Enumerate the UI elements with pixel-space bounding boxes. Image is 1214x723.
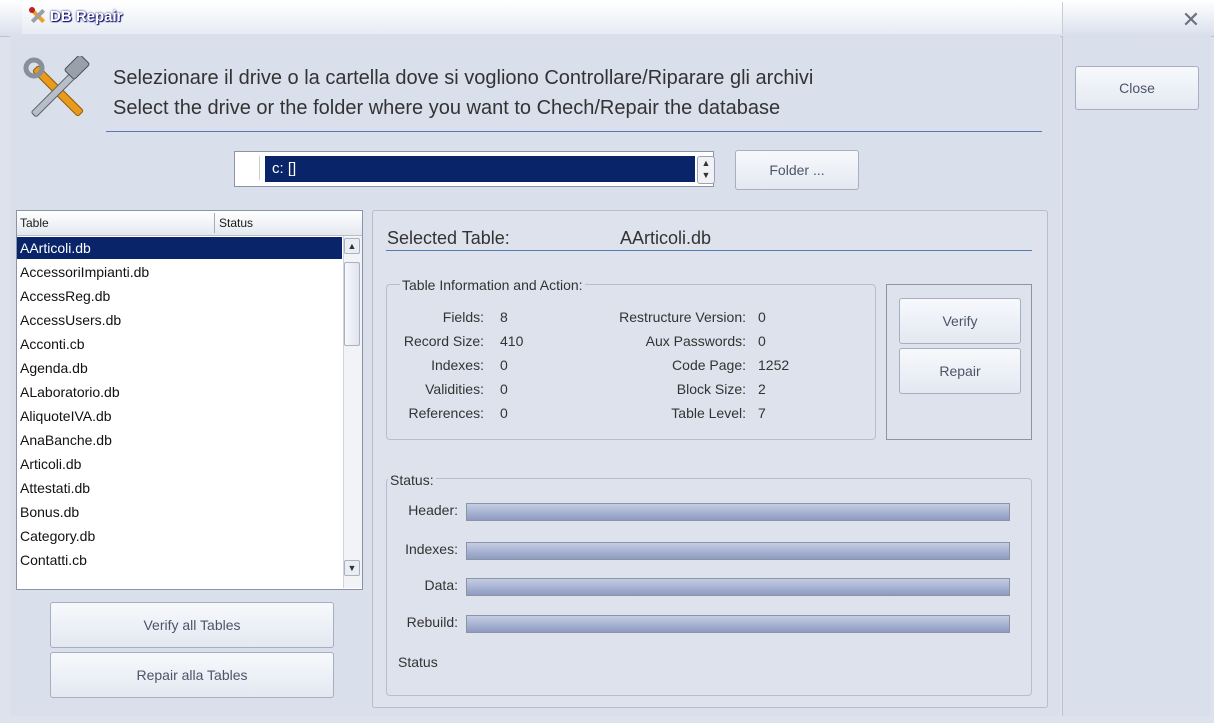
info-label: Fields: [442, 309, 484, 325]
scroll-down-icon[interactable]: ▼ [344, 560, 360, 576]
instruction-italian: Selezionare il drive o la cartella dove … [113, 67, 814, 89]
info-value: 1252 [758, 357, 790, 373]
selected-table-value: AArticoli.db [620, 228, 712, 248]
info-value: 8 [500, 309, 508, 325]
info-value: 0 [758, 309, 766, 325]
info-label: Restructure Version: [619, 309, 746, 325]
info-label: References: [408, 405, 484, 421]
window-title: DB Repair [50, 8, 123, 25]
info-value: 7 [758, 405, 766, 421]
column-header-table[interactable]: Table [20, 216, 49, 230]
info-label: Indexes: [431, 357, 484, 373]
info-label: Record Size: [403, 333, 484, 349]
progress-label-header: Header: [408, 502, 458, 518]
list-item[interactable]: Attestati.db [17, 477, 342, 499]
window-close-icon[interactable]: ✕ [1181, 9, 1201, 31]
list-item[interactable]: Acconti.cb [17, 333, 342, 355]
progress-label-data: Data: [424, 577, 458, 593]
verify-button[interactable]: Verify [899, 298, 1021, 344]
list-item[interactable]: Agenda.db [17, 357, 342, 379]
repair-all-button[interactable]: Repair alla Tables [50, 652, 334, 698]
selected-divider [386, 250, 1032, 251]
instruction-english: Select the drive or the folder where you… [113, 97, 781, 119]
column-separator[interactable] [214, 213, 215, 233]
info-label: Table Level: [671, 405, 746, 421]
info-label: Validities: [425, 381, 484, 397]
drive-select-value: c: [] [272, 160, 297, 177]
table-info-title: Table Information and Action: [400, 277, 585, 293]
info-label: Aux Passwords: [645, 333, 746, 349]
info-label: Code Page: [672, 357, 746, 373]
list-item[interactable]: AArticoli.db [17, 237, 342, 259]
info-value: 0 [758, 333, 766, 349]
list-item[interactable]: Articoli.db [17, 453, 342, 475]
right-panel [1062, 36, 1211, 716]
column-header-status[interactable]: Status [219, 216, 253, 230]
list-item[interactable]: Bonus.db [17, 501, 342, 523]
progress-bar-header [466, 503, 1010, 521]
table-list-header [17, 211, 362, 236]
title-tab [22, 2, 1063, 34]
scroll-up-icon[interactable]: ▲ [344, 238, 360, 254]
drive-icon [241, 156, 260, 180]
verify-all-button[interactable]: Verify all Tables [50, 602, 334, 648]
wrench-hammer-icon [23, 56, 90, 117]
list-item[interactable]: Category.db [17, 525, 342, 547]
status-text: Status [398, 654, 438, 670]
progress-bar-data [466, 578, 1010, 596]
list-item[interactable]: ALaboratorio.db [17, 381, 342, 403]
progress-bar-indexes [466, 542, 1010, 560]
info-value: 0 [500, 381, 508, 397]
progress-label-indexes: Indexes: [405, 541, 458, 557]
header-divider [106, 131, 1042, 132]
status-title: Status: [388, 472, 436, 488]
list-item[interactable]: Contatti.cb [17, 549, 342, 571]
progress-label-rebuild: Rebuild: [406, 614, 458, 630]
scroll-thumb[interactable] [344, 262, 360, 346]
repair-button[interactable]: Repair [899, 348, 1021, 394]
close-button[interactable]: Close [1075, 66, 1199, 110]
info-label: Block Size: [676, 381, 746, 397]
list-item[interactable]: AccessUsers.db [17, 309, 342, 331]
selected-table-label: Selected Table: [387, 228, 510, 248]
updown-arrow-icon[interactable]: ▲ ▼ [697, 156, 715, 184]
list-item[interactable]: AliquoteIVA.db [17, 405, 342, 427]
folder-button[interactable]: Folder ... [735, 150, 859, 190]
info-value: 0 [500, 405, 508, 421]
app-tools-icon [29, 7, 46, 24]
info-value: 2 [758, 381, 766, 397]
drive-select-highlight [265, 156, 695, 182]
list-item[interactable]: AccessReg.db [17, 285, 342, 307]
list-item[interactable]: AccessoriImpianti.db [17, 261, 342, 283]
info-value: 0 [500, 357, 508, 373]
progress-bar-rebuild [466, 615, 1010, 633]
info-value: 410 [500, 333, 524, 349]
list-item[interactable]: AnaBanche.db [17, 429, 342, 451]
